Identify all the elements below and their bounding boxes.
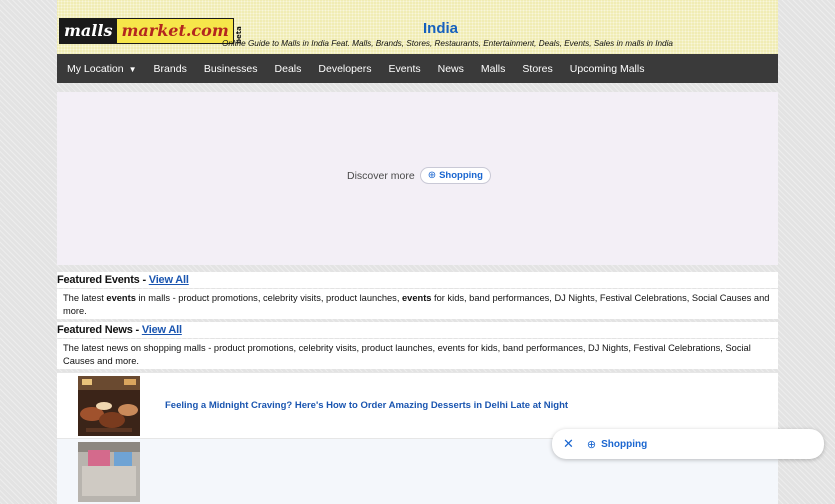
nav-upcoming-malls[interactable]: Upcoming Malls	[570, 63, 645, 75]
news-thumbnail[interactable]	[78, 442, 140, 502]
logo-malls-text: malls	[59, 18, 118, 44]
shopping-toast: ✕ ⊕ Shopping	[552, 429, 824, 459]
plus-circle-icon: ⊕	[586, 438, 597, 451]
discover-more: Discover more ⊕ Shopping	[347, 167, 491, 184]
news-thumbnail[interactable]	[78, 376, 140, 436]
featured-events-description: The latest events in malls - product pro…	[57, 289, 778, 319]
shopping-chip-label: Shopping	[439, 170, 483, 181]
nav-news[interactable]: News	[438, 63, 464, 75]
discover-more-label: Discover more	[347, 169, 415, 182]
close-icon[interactable]: ✕	[563, 436, 574, 452]
plus-circle-icon: ⊕	[427, 170, 437, 181]
nav-developers[interactable]: Developers	[318, 63, 371, 75]
news-item-title[interactable]: Feeling a Midnight Craving? Here's How t…	[165, 400, 568, 411]
featured-news-heading: Featured News - View All	[57, 322, 778, 338]
featured-news-description: The latest news on shopping malls - prod…	[57, 339, 778, 369]
site-tagline: Online Guide to Malls in India Feat. Mal…	[222, 39, 673, 48]
nav-businesses[interactable]: Businesses	[204, 63, 258, 75]
site-header: malls market.com beta India Online Guide…	[57, 0, 778, 54]
caret-down-icon: ▼	[128, 64, 137, 74]
nav-deals[interactable]: Deals	[275, 63, 302, 75]
site-logo[interactable]: malls market.com beta	[59, 18, 244, 44]
events-view-all-link[interactable]: View All	[149, 274, 189, 286]
page-container: malls market.com beta India Online Guide…	[57, 0, 778, 504]
nav-brands[interactable]: Brands	[154, 63, 187, 75]
page-title: India	[423, 20, 459, 37]
featured-events-heading: Featured Events - View All	[57, 272, 778, 288]
nav-events[interactable]: Events	[389, 63, 421, 75]
shopping-chip[interactable]: ⊕ Shopping	[419, 167, 491, 184]
toast-shopping-label[interactable]: Shopping	[601, 439, 647, 450]
ad-panel: Discover more ⊕ Shopping	[57, 92, 778, 265]
news-view-all-link[interactable]: View All	[142, 324, 182, 336]
main-nav: My Location ▼ Brands Businesses Deals Dev…	[57, 54, 778, 83]
nav-stores[interactable]: Stores	[522, 63, 552, 75]
logo-market-text: market.com	[117, 18, 234, 44]
nav-my-location[interactable]: My Location ▼	[67, 63, 137, 75]
nav-malls[interactable]: Malls	[481, 63, 506, 75]
